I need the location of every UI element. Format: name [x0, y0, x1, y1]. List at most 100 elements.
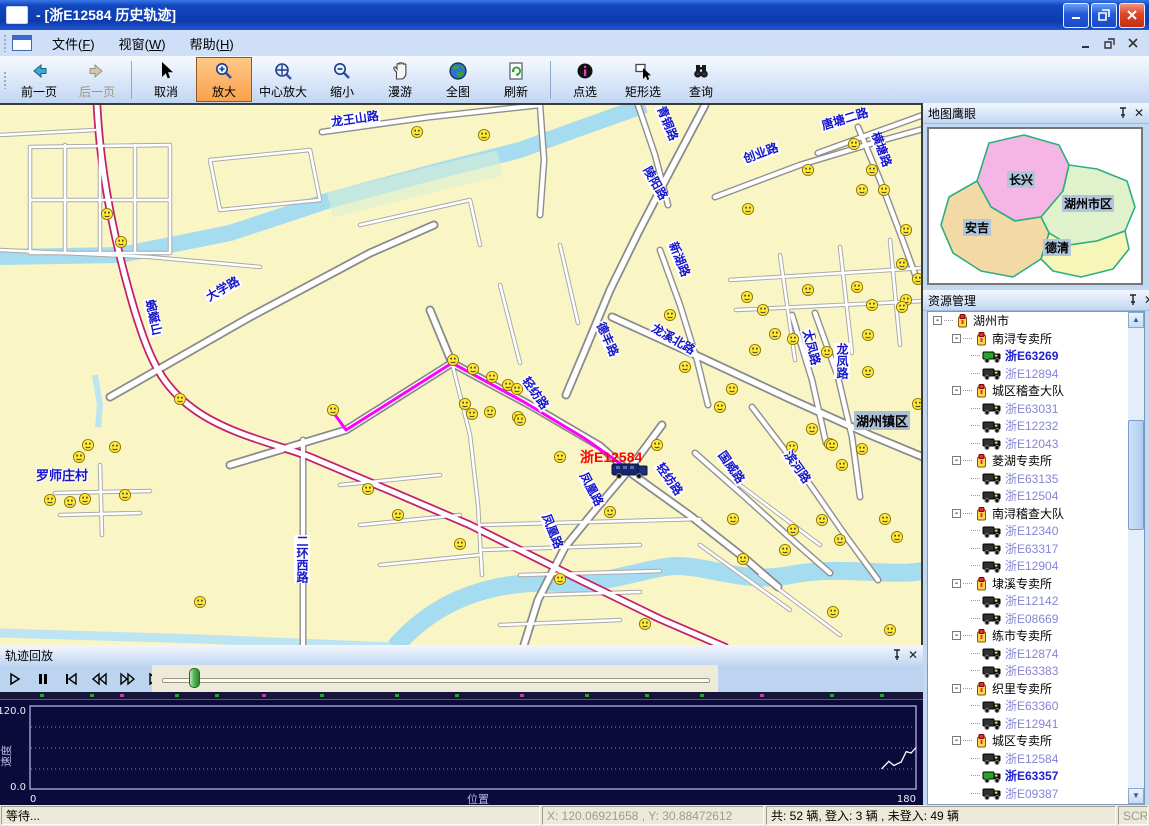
- collapse-icon[interactable]: -: [952, 334, 961, 343]
- tree-group[interactable]: -织里专卖所: [928, 680, 1144, 698]
- poi-smiley-marker[interactable]: [769, 328, 780, 339]
- tree-vehicle[interactable]: 浙E12894: [928, 365, 1144, 383]
- poi-smiley-marker[interactable]: [174, 393, 185, 404]
- poi-smiley-marker[interactable]: [866, 164, 877, 175]
- poi-smiley-marker[interactable]: [454, 538, 465, 549]
- poi-smiley-marker[interactable]: [737, 553, 748, 564]
- poi-smiley-marker[interactable]: [862, 366, 873, 377]
- poi-smiley-marker[interactable]: [862, 329, 873, 340]
- poi-smiley-marker[interactable]: [816, 514, 827, 525]
- tree-vehicle[interactable]: 浙E63269: [928, 347, 1144, 365]
- collapse-icon[interactable]: -: [952, 736, 961, 745]
- poi-smiley-marker[interactable]: [912, 398, 923, 409]
- poi-smiley-marker[interactable]: [757, 304, 768, 315]
- poi-smiley-marker[interactable]: [514, 414, 525, 425]
- query-button[interactable]: 查询: [673, 57, 729, 102]
- scroll-down-icon[interactable]: ▼: [1128, 788, 1144, 804]
- tree-vehicle[interactable]: 浙E09387: [928, 785, 1144, 803]
- poi-smiley-marker[interactable]: [856, 443, 867, 454]
- poi-smiley-marker[interactable]: [896, 258, 907, 269]
- poi-smiley-marker[interactable]: [884, 624, 895, 635]
- poi-smiley-marker[interactable]: [879, 513, 890, 524]
- poi-smiley-marker[interactable]: [900, 224, 911, 235]
- tree-vehicle[interactable]: 浙E63360: [928, 697, 1144, 715]
- tree-scrollbar[interactable]: ▲ ▼: [1128, 312, 1144, 804]
- poi-smiley-marker[interactable]: [826, 439, 837, 450]
- scroll-thumb[interactable]: [1128, 420, 1144, 530]
- poi-smiley-marker[interactable]: [484, 406, 495, 417]
- scroll-up-icon[interactable]: ▲: [1128, 312, 1144, 328]
- point-select-button[interactable]: 点选: [557, 57, 613, 102]
- poi-smiley-marker[interactable]: [466, 408, 477, 419]
- tree-vehicle[interactable]: 浙E12232: [928, 417, 1144, 435]
- poi-smiley-marker[interactable]: [714, 401, 725, 412]
- poi-smiley-marker[interactable]: [742, 203, 753, 214]
- collapse-icon[interactable]: -: [933, 316, 942, 325]
- map-viewport[interactable]: 龙王山路青铜路陵阳路创业路唐塘二路横塘路新湖路大学路德丰路龙溪北路轻纺路轻纺路龙…: [0, 103, 923, 645]
- restore-button[interactable]: [1091, 3, 1117, 28]
- tree-group[interactable]: -埭溪专卖所: [928, 575, 1144, 593]
- poi-smiley-marker[interactable]: [554, 573, 565, 584]
- play-button[interactable]: [3, 668, 28, 690]
- tree-root[interactable]: -湖州市: [928, 312, 1144, 330]
- tree-group[interactable]: -南浔专卖所: [928, 330, 1144, 348]
- full-map-button[interactable]: 全图: [430, 57, 486, 102]
- slider-thumb[interactable]: [189, 668, 200, 688]
- mdi-restore-button[interactable]: [1104, 38, 1116, 49]
- tree-vehicle[interactable]: 浙E12340: [928, 522, 1144, 540]
- poi-smiley-marker[interactable]: [827, 606, 838, 617]
- poi-smiley-marker[interactable]: [459, 398, 470, 409]
- poi-smiley-marker[interactable]: [467, 363, 478, 374]
- poi-smiley-marker[interactable]: [664, 309, 675, 320]
- poi-smiley-marker[interactable]: [82, 439, 93, 450]
- tree-vehicle[interactable]: 浙E63317: [928, 540, 1144, 558]
- mdi-close-button[interactable]: [1128, 38, 1139, 49]
- poi-smiley-marker[interactable]: [891, 531, 902, 542]
- fastforward-button[interactable]: [115, 668, 140, 690]
- poi-smiley-marker[interactable]: [392, 509, 403, 520]
- resource-close-icon[interactable]: ✕: [1144, 295, 1149, 305]
- refresh-button[interactable]: 刷新: [488, 57, 544, 102]
- pause-button[interactable]: [31, 668, 56, 690]
- poi-smiley-marker[interactable]: [79, 493, 90, 504]
- prev-page-button[interactable]: 前一页: [11, 57, 67, 102]
- poi-smiley-marker[interactable]: [679, 361, 690, 372]
- poi-smiley-marker[interactable]: [101, 208, 112, 219]
- poi-smiley-marker[interactable]: [604, 506, 615, 517]
- poi-smiley-marker[interactable]: [109, 441, 120, 452]
- poi-smiley-marker[interactable]: [802, 284, 813, 295]
- poi-smiley-marker[interactable]: [44, 494, 55, 505]
- poi-smiley-marker[interactable]: [727, 513, 738, 524]
- poi-smiley-marker[interactable]: [806, 423, 817, 434]
- collapse-icon[interactable]: -: [952, 509, 961, 518]
- tree-group[interactable]: -城区专卖所: [928, 732, 1144, 750]
- poi-smiley-marker[interactable]: [749, 344, 760, 355]
- poi-smiley-marker[interactable]: [447, 354, 458, 365]
- menu-file[interactable]: 文件(F): [40, 31, 107, 56]
- toolbar-grip[interactable]: [3, 34, 7, 52]
- collapse-icon[interactable]: -: [952, 684, 961, 693]
- tree-vehicle[interactable]: 浙E63357: [928, 767, 1144, 785]
- poi-smiley-marker[interactable]: [821, 346, 832, 357]
- tree-group[interactable]: -练市专卖所: [928, 627, 1144, 645]
- poi-smiley-marker[interactable]: [486, 371, 497, 382]
- tree-group[interactable]: -菱湖专卖所: [928, 452, 1144, 470]
- pan-button[interactable]: 漫游: [372, 57, 428, 102]
- poi-smiley-marker[interactable]: [856, 184, 867, 195]
- poi-smiley-marker[interactable]: [478, 129, 489, 140]
- pin-icon[interactable]: [892, 649, 902, 661]
- tree-vehicle[interactable]: 浙E12142: [928, 592, 1144, 610]
- playback-slider[interactable]: [152, 665, 718, 692]
- first-button[interactable]: [59, 668, 84, 690]
- tree-vehicle[interactable]: 浙E08669: [928, 610, 1144, 628]
- collapse-icon[interactable]: -: [952, 386, 961, 395]
- poi-smiley-marker[interactable]: [554, 451, 565, 462]
- collapse-icon[interactable]: -: [952, 456, 961, 465]
- tree-vehicle[interactable]: 浙E12043: [928, 435, 1144, 453]
- rewind-button[interactable]: [87, 668, 112, 690]
- tree-vehicle[interactable]: 浙E63135: [928, 470, 1144, 488]
- tree-group[interactable]: -城区稽查大队: [928, 382, 1144, 400]
- poi-smiley-marker[interactable]: [851, 281, 862, 292]
- poi-smiley-marker[interactable]: [741, 291, 752, 302]
- poi-smiley-marker[interactable]: [327, 404, 338, 415]
